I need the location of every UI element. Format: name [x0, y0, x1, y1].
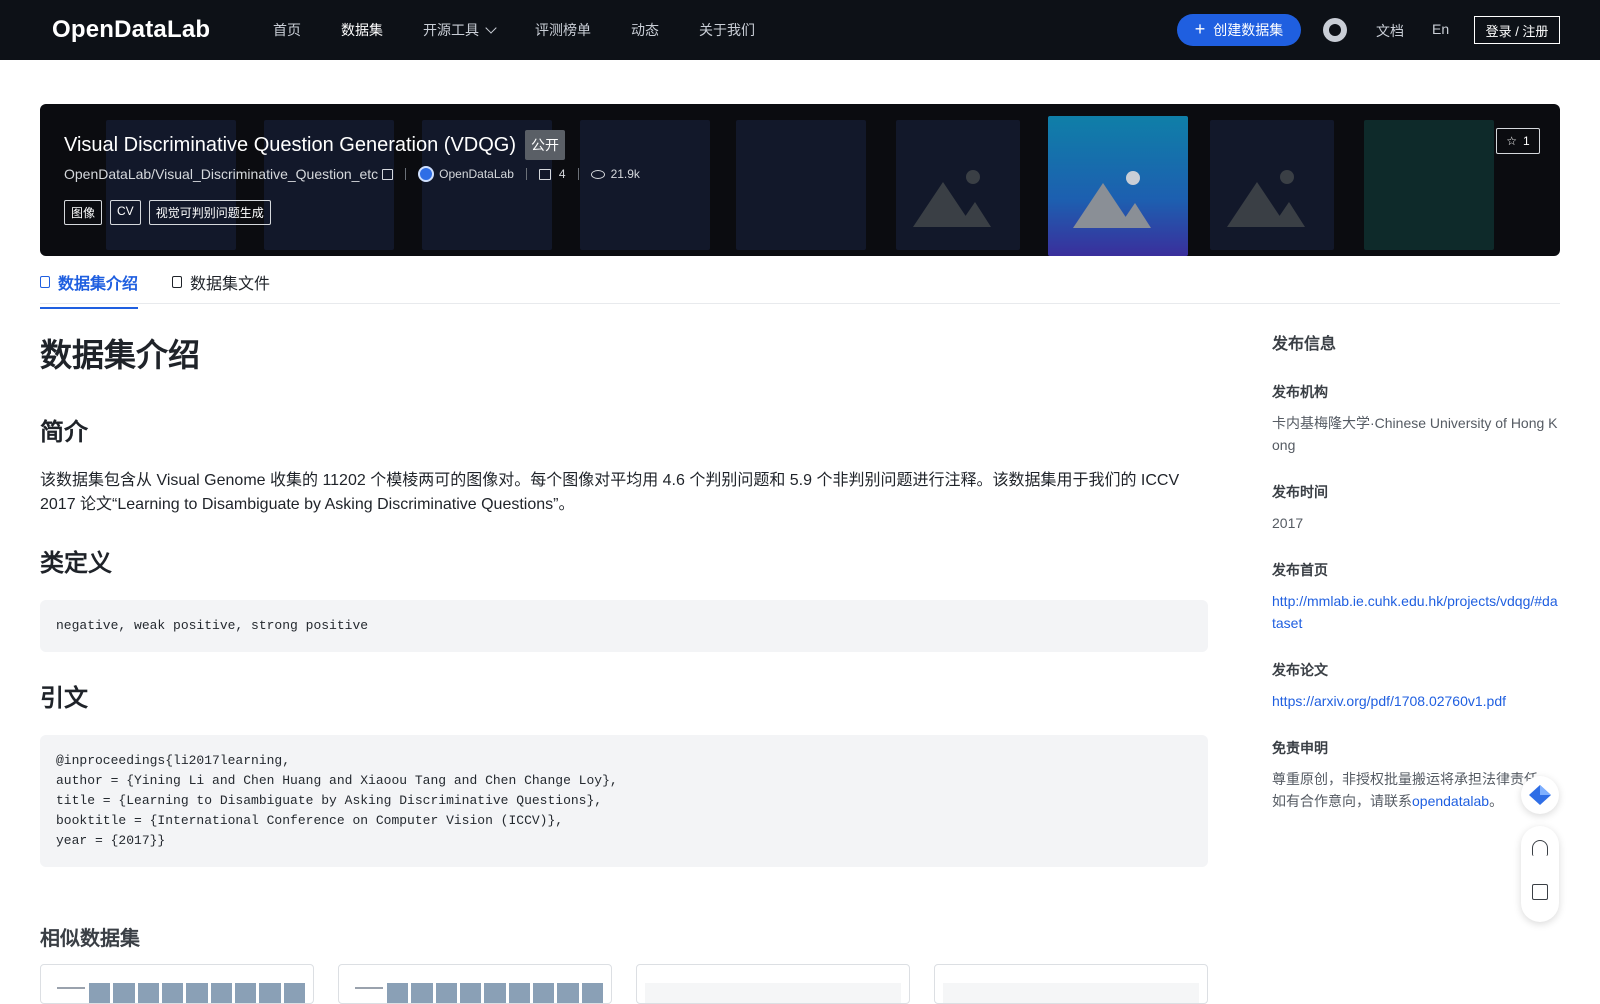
- star-count: 1: [1523, 134, 1530, 148]
- nav-tools[interactable]: 开源工具: [423, 20, 497, 40]
- view-count: 21.9k: [610, 167, 640, 181]
- github-icon[interactable]: [1323, 18, 1347, 42]
- eye-icon: [590, 169, 605, 179]
- opendatalab-logo[interactable]: OpenDataLab: [52, 14, 210, 46]
- card-preview: [49, 983, 305, 1003]
- page-title: 数据集介绍: [40, 337, 201, 373]
- publish-info-sidebar: 发布信息 发布机构 卡内基梅隆大学·Chinese University of …: [1272, 330, 1560, 838]
- tag[interactable]: 图像: [64, 200, 103, 225]
- main-content: 数据集介绍 简介 该数据集包含从 Visual Genome 收集的 11202…: [40, 330, 1208, 893]
- disclaimer-period: 。: [1489, 793, 1504, 809]
- similar-datasets-heading: 相似数据集: [40, 928, 140, 950]
- tab-intro-label: 数据集介绍: [58, 276, 139, 293]
- dataset-repo: OpenDataLab/Visual_Discriminative_Questi…: [64, 166, 379, 182]
- star-icon: ☆: [1506, 134, 1518, 148]
- similar-dataset-card[interactable]: [934, 964, 1208, 1004]
- feedback-icon[interactable]: [1532, 884, 1548, 900]
- language-switch[interactable]: En: [1432, 21, 1449, 37]
- image-placeholder-icon: [1227, 170, 1305, 227]
- nav-home[interactable]: 首页: [273, 20, 301, 40]
- similar-dataset-card[interactable]: [338, 964, 612, 1004]
- tab-files[interactable]: 数据集文件: [172, 270, 270, 307]
- banner-thumbnail-highlight: [1048, 116, 1188, 256]
- image-placeholder-icon: [913, 170, 991, 227]
- dataset-org[interactable]: OpenDataLab: [439, 167, 514, 181]
- intro-text: 该数据集包含从 Visual Genome 收集的 11202 个模棱两可的图像…: [40, 472, 1180, 513]
- paper-link[interactable]: https://arxiv.org/pdf/1708.02760v1.pdf: [1272, 690, 1560, 712]
- org-avatar: [418, 166, 435, 182]
- similar-dataset-card[interactable]: [40, 964, 314, 1004]
- meta-divider: [405, 168, 407, 180]
- citation-code-block: @inproceedings{li2017learning, author = …: [40, 735, 1208, 867]
- database-icon: [40, 276, 50, 288]
- banner-thumbnail: [1210, 120, 1334, 250]
- top-navbar: OpenDataLab 首页 数据集 开源工具 评测榜单 动态 关于我们 + 创建…: [0, 0, 1600, 60]
- banner-thumbnail: [736, 120, 866, 250]
- banner-thumbnail: [1364, 120, 1494, 250]
- main-nav: 首页 数据集 开源工具 评测榜单 动态 关于我们: [273, 0, 795, 60]
- nav-news[interactable]: 动态: [631, 20, 659, 40]
- login-register-button[interactable]: 登录 / 注册: [1474, 16, 1560, 44]
- diamond-logo-icon: [1529, 785, 1551, 805]
- contact-link[interactable]: opendatalab: [1412, 793, 1489, 809]
- meta-divider: [577, 168, 579, 180]
- publish-date-label: 发布时间: [1272, 484, 1328, 500]
- nav-tools-label: 开源工具: [423, 22, 479, 38]
- dataset-title-row: Visual Discriminative Question Generatio…: [64, 130, 566, 160]
- meta-divider: [525, 168, 527, 180]
- card-preview: [347, 983, 603, 1003]
- create-dataset-button[interactable]: + 创建数据集: [1177, 14, 1301, 46]
- disclaimer-text: 尊重原创，非授权批量搬运将承担法律责任。如有合作意向，请联系opendatala…: [1272, 768, 1560, 812]
- assistant-button[interactable]: [1521, 776, 1559, 814]
- chevron-down-icon: [485, 21, 497, 34]
- tab-files-label: 数据集文件: [190, 276, 271, 293]
- homepage-label: 发布首页: [1272, 562, 1328, 578]
- dataset-meta: OpenDataLab/Visual_Discriminative_Questi…: [64, 166, 640, 182]
- card-preview: [943, 983, 1199, 1003]
- copy-icon[interactable]: [382, 168, 394, 180]
- dataset-banner: Visual Discriminative Question Generatio…: [40, 104, 1560, 256]
- files-icon: [538, 168, 551, 180]
- banner-thumbnail: [580, 120, 710, 250]
- disclaimer-label: 免责申明: [1272, 740, 1328, 756]
- banner-thumbnail: [896, 120, 1020, 250]
- nav-about[interactable]: 关于我们: [699, 20, 755, 40]
- image-placeholder-icon: [1073, 171, 1151, 228]
- public-badge: 公开: [525, 130, 566, 160]
- publisher-label: 发布机构: [1272, 384, 1328, 400]
- classes-heading: 类定义: [40, 550, 112, 577]
- classes-code-block: negative, weak positive, strong positive: [40, 600, 1208, 652]
- plus-icon: +: [1194, 18, 1206, 39]
- create-dataset-label: 创建数据集: [1213, 22, 1284, 38]
- floating-tools: [1521, 826, 1559, 922]
- tag[interactable]: CV: [110, 200, 141, 225]
- tag[interactable]: 视觉可判别问题生成: [148, 200, 271, 225]
- similar-dataset-card[interactable]: [636, 964, 910, 1004]
- dataset-tags: 图像 CV 视觉可判别问题生成: [64, 200, 279, 225]
- citation-heading: 引文: [40, 685, 88, 712]
- publish-date-value: 2017: [1272, 515, 1304, 531]
- publish-info-title: 发布信息: [1272, 336, 1337, 353]
- homepage-link[interactable]: http://mmlab.ie.cuhk.edu.hk/projects/vdq…: [1272, 590, 1560, 634]
- dataset-title: Visual Discriminative Question Generatio…: [64, 133, 517, 156]
- docs-link[interactable]: 文档: [1376, 21, 1404, 41]
- publisher-value: 卡内基梅隆大学·Chinese University of Hong Kong: [1272, 415, 1558, 453]
- logo-text: OpenDataLab: [52, 16, 211, 43]
- star-button[interactable]: ☆ 1: [1496, 128, 1540, 154]
- tab-intro[interactable]: 数据集介绍: [40, 270, 139, 309]
- file-icon: [172, 276, 182, 288]
- intro-heading: 简介: [40, 419, 88, 446]
- file-count: 4: [558, 167, 566, 181]
- nav-datasets[interactable]: 数据集: [341, 20, 383, 40]
- paper-label: 发布论文: [1272, 662, 1328, 678]
- card-preview: [645, 983, 901, 1003]
- headset-icon[interactable]: [1532, 840, 1548, 856]
- nav-leaderboard[interactable]: 评测榜单: [535, 20, 591, 40]
- dataset-tabs: 数据集介绍 数据集文件: [40, 258, 1560, 309]
